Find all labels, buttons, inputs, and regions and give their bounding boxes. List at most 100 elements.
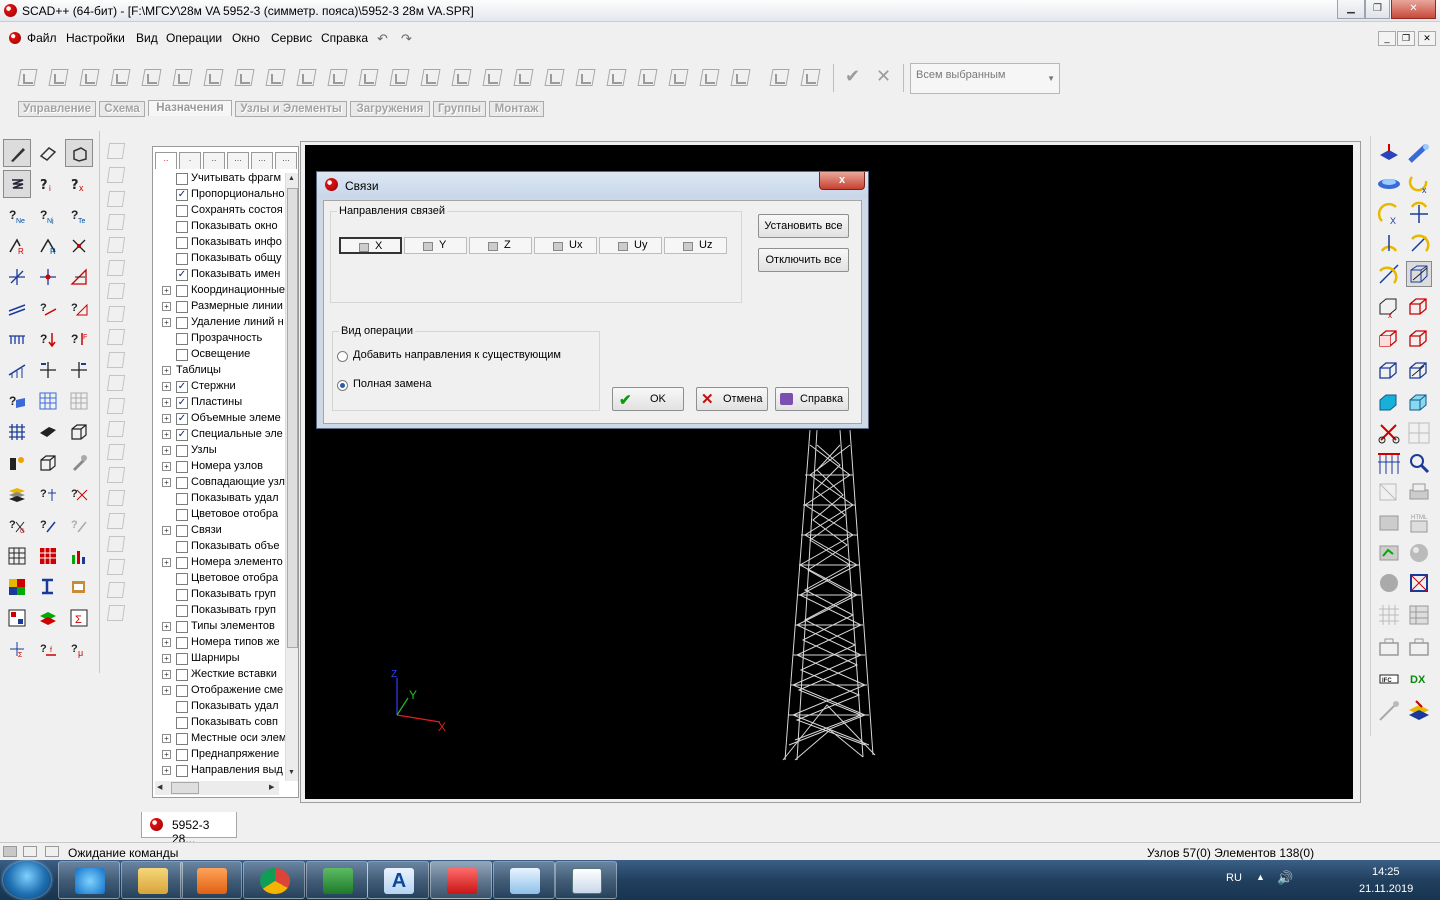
query-nodes-icon[interactable]: ? (34, 480, 62, 508)
tree-checkbox[interactable] (176, 317, 188, 329)
query-x-icon[interactable]: ? x (65, 170, 93, 198)
tab-assignments[interactable]: Назначения (148, 100, 232, 116)
expand-plus-icon[interactable]: + (162, 686, 171, 695)
clear-all-button[interactable]: Отключить все (758, 248, 849, 272)
tab-groups[interactable]: Группы (433, 101, 486, 117)
assign-icon-3[interactable] (78, 66, 100, 88)
tree-checkbox[interactable]: ✓ (176, 269, 188, 281)
tree-checkbox[interactable] (176, 221, 188, 233)
taskbar-media[interactable] (180, 861, 242, 899)
grid-dots-icon[interactable] (1376, 602, 1402, 628)
menu-window[interactable]: Окно (232, 31, 260, 45)
app-menu-icon[interactable] (9, 32, 21, 44)
taskbar-excel[interactable] (306, 861, 368, 899)
tree-checkbox[interactable] (176, 205, 188, 217)
cube-cyan2-icon[interactable] (1406, 390, 1432, 416)
assign-icon-17[interactable] (512, 66, 534, 88)
box-icon[interactable] (65, 418, 93, 446)
tree-checkbox[interactable] (176, 493, 188, 505)
dxf-export-icon[interactable]: DX (1406, 666, 1432, 692)
direction-x-toggle[interactable]: X (339, 237, 402, 254)
assign-icon-5[interactable] (140, 66, 162, 88)
assign-icon-8[interactable] (233, 66, 255, 88)
cube-cyan-icon[interactable] (1376, 390, 1402, 416)
tree-row[interactable]: + Отображение сме (153, 683, 285, 699)
info-query-icon[interactable]: ? i (34, 170, 62, 198)
tab-loads[interactable]: Загружения (350, 101, 430, 117)
assign-icon-20[interactable] (605, 66, 627, 88)
radio-add[interactable] (337, 351, 348, 362)
undo-icon[interactable]: ↶ (377, 31, 388, 47)
tree-checkbox[interactable] (176, 685, 188, 697)
scroll-thumb[interactable] (171, 782, 199, 794)
query-force-icon[interactable]: ? (34, 325, 62, 353)
assign-icon-25[interactable] (768, 66, 790, 88)
paint-icon[interactable] (65, 449, 93, 477)
taskbar-explorer[interactable] (121, 861, 183, 899)
start-button[interactable] (3, 861, 51, 899)
tree-row[interactable]: + Номера узлов (153, 459, 285, 475)
section-color-icon[interactable] (65, 573, 93, 601)
element-load-icon[interactable] (65, 356, 93, 384)
layers-color-icon[interactable] (34, 604, 62, 632)
briefcase2-icon[interactable] (1406, 634, 1432, 660)
tree-tab-5[interactable]: ... (251, 152, 273, 169)
tray-expand-icon[interactable]: ▲ (1256, 872, 1265, 882)
direction-y-toggle[interactable]: Y (404, 237, 467, 254)
tree-tab-2[interactable]: . (179, 152, 201, 169)
tree-row[interactable]: Цветовое отобра (153, 571, 285, 587)
cube-blue-icon[interactable] (1376, 358, 1402, 384)
tree-row[interactable]: Цветовое отобра (153, 507, 285, 523)
tree-row[interactable]: Показывать окно (153, 219, 285, 235)
tree-row[interactable]: Показывать совп (153, 715, 285, 731)
taskbar-doc[interactable] (555, 861, 617, 899)
sum-table-icon[interactable]: Σ (65, 604, 93, 632)
rotate-y2-icon[interactable] (1406, 231, 1432, 257)
query-nj-icon[interactable]: ? Nj (34, 201, 62, 229)
tree-row[interactable]: + Жесткие вставки (153, 667, 285, 683)
direction-uz-toggle[interactable]: Uz (664, 237, 727, 254)
tree-row[interactable]: Показывать удал (153, 491, 285, 507)
cube-outline-icon[interactable] (34, 449, 62, 477)
tree-horizontal-scrollbar[interactable]: ◀ ▶ (155, 781, 279, 795)
expand-plus-icon[interactable]: + (162, 766, 171, 775)
clock-time[interactable]: 14:25 (1372, 866, 1400, 878)
hinge-icon[interactable]: R (34, 232, 62, 260)
assign-icon-23[interactable] (698, 66, 720, 88)
assign-icon-9[interactable] (264, 66, 286, 88)
tree-checkbox[interactable] (176, 701, 188, 713)
pencil-icon[interactable] (3, 139, 31, 167)
expand-plus-icon[interactable]: + (162, 366, 171, 375)
apply-check-icon[interactable]: ✔ (845, 66, 860, 87)
rotate-view-icon[interactable] (1406, 141, 1432, 167)
query-plate-icon[interactable]: ? (3, 387, 31, 415)
tree-tab-1[interactable]: .. (155, 152, 177, 169)
tree-checkbox[interactable] (176, 285, 188, 297)
assign-icon-26[interactable] (799, 66, 821, 88)
mesh-icon[interactable] (3, 418, 31, 446)
tree-checkbox[interactable] (176, 173, 188, 185)
query-n-icon[interactable]: ? (65, 480, 93, 508)
assign-icon-15[interactable] (450, 66, 472, 88)
direction-ux-toggle[interactable]: Ux (534, 237, 597, 254)
tree-row[interactable]: + Номера элементо (153, 555, 285, 571)
rotate-z-icon[interactable] (1406, 201, 1432, 227)
assign-icon-11[interactable] (326, 66, 348, 88)
tree-checkbox[interactable]: ✓ (176, 189, 188, 201)
tree-row[interactable]: Учитывать фрагм (153, 171, 285, 187)
assign-icon-22[interactable] (667, 66, 689, 88)
html-export-icon[interactable]: HTML (1406, 510, 1432, 536)
menu-operations[interactable]: Операции (166, 31, 222, 45)
assign-icon-21[interactable] (636, 66, 658, 88)
tree-row[interactable]: + Размерные линии (153, 299, 285, 315)
tree-checkbox[interactable] (176, 253, 188, 265)
layers-tool-icon[interactable] (1406, 698, 1432, 724)
tree-checkbox[interactable] (176, 637, 188, 649)
expand-plus-icon[interactable]: + (162, 462, 171, 471)
tree-row[interactable]: + Номера типов же (153, 635, 285, 651)
tree-checkbox[interactable] (176, 445, 188, 457)
assign-icon-6[interactable] (171, 66, 193, 88)
query-ne-icon[interactable]: ? Ne (3, 201, 31, 229)
status-box-icon[interactable] (45, 846, 59, 857)
tree-row[interactable]: + Таблицы (153, 363, 285, 379)
